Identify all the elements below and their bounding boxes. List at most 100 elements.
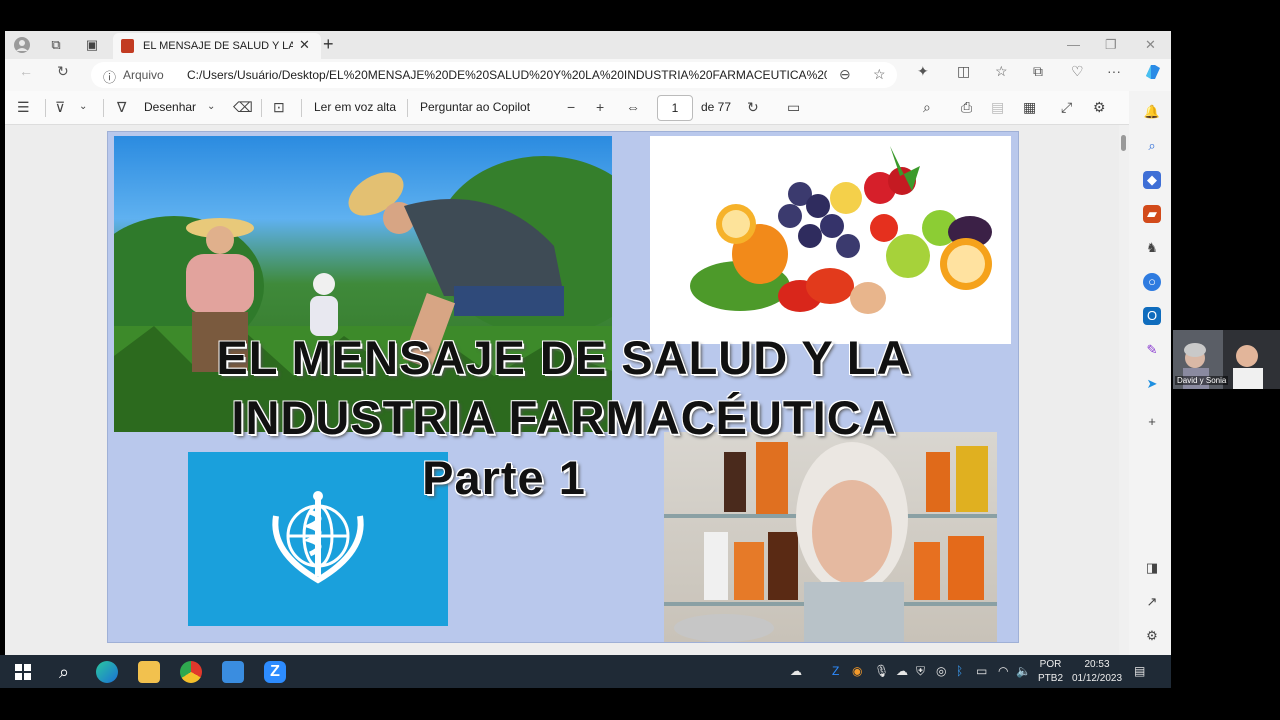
meet-tray-icon[interactable]: ◎ bbox=[936, 664, 946, 678]
games-icon[interactable]: ♞ bbox=[1143, 239, 1161, 257]
chevron-down-icon[interactable]: ⌄ bbox=[79, 101, 87, 112]
shopping-icon[interactable]: ◆ bbox=[1143, 171, 1161, 189]
tab-close-icon[interactable]: ✕ bbox=[299, 37, 310, 53]
edge-taskbar-icon[interactable] bbox=[96, 661, 118, 683]
notifications-icon[interactable]: 🔔 bbox=[1143, 103, 1161, 121]
webcam-video-overlay: David y Sonia bbox=[1173, 330, 1280, 389]
pdf-viewport[interactable]: EL MENSAJE DE SALUD Y LA INDUSTRIA FARMA… bbox=[5, 125, 1129, 655]
draw-button[interactable]: Desenhar bbox=[144, 100, 196, 114]
more-menu-icon[interactable]: ··· bbox=[1107, 63, 1121, 79]
scrollbar-thumb[interactable] bbox=[1121, 135, 1126, 151]
pdf-file-icon bbox=[121, 39, 134, 53]
zoom-in-icon[interactable]: + bbox=[596, 99, 604, 115]
text-box-icon[interactable]: ⊡ bbox=[273, 99, 285, 116]
zoom-tray-icon[interactable]: Z bbox=[832, 664, 839, 678]
edge-browser-window: ⧉ ▣ EL MENSAJE DE SALUD Y LA INDUSTRIA F… bbox=[5, 31, 1171, 655]
chevron-down-icon[interactable]: ⌄ bbox=[207, 101, 215, 112]
avast-tray-icon[interactable]: ◉ bbox=[852, 664, 862, 678]
bluetooth-icon[interactable]: ᛒ bbox=[956, 664, 963, 678]
volume-icon[interactable]: 🔈 bbox=[1016, 664, 1031, 678]
zoom-out-icon[interactable]: − bbox=[567, 99, 575, 115]
file-explorer-icon[interactable] bbox=[138, 661, 160, 683]
edge-sidebar: 🔔 ⌕ ◆ ▰ ♞ ○ O ✎ ➤ + ◨ ↗ ⚙ bbox=[1135, 91, 1171, 655]
favorites-icon[interactable]: ☆ bbox=[995, 63, 1008, 80]
save-icon[interactable]: ▤ bbox=[991, 99, 1004, 116]
slide-title-line-2: INDUSTRIA FARMACÉUTICA bbox=[231, 391, 897, 444]
tab-title: EL MENSAJE DE SALUD Y LA INDUSTRIA FARMA… bbox=[143, 40, 293, 52]
minimize-icon[interactable]: — bbox=[1067, 37, 1080, 52]
highlight-icon[interactable]: ⊽ bbox=[55, 99, 65, 116]
page-view-icon[interactable]: ▭ bbox=[787, 99, 800, 116]
input-language-indicator[interactable]: POR PTB2 bbox=[1038, 658, 1063, 686]
microphone-icon[interactable]: 🎙 bbox=[874, 664, 889, 678]
pdf-page: EL MENSAJE DE SALUD Y LA INDUSTRIA FARMA… bbox=[107, 131, 1019, 643]
webcam-participant-label: David y Sonia bbox=[1175, 376, 1229, 385]
settings-icon[interactable]: ⚙ bbox=[1093, 99, 1106, 116]
tab-pdf-document[interactable]: EL MENSAJE DE SALUD Y LA INDUSTRIA FARMA… bbox=[113, 33, 321, 59]
page-total-label: de 77 bbox=[701, 100, 732, 114]
sidebar-settings-icon[interactable]: ⚙ bbox=[1143, 627, 1161, 645]
new-tab-button[interactable]: + bbox=[323, 34, 334, 55]
restore-icon[interactable]: ❐ bbox=[1105, 37, 1117, 53]
vertical-scrollbar[interactable] bbox=[1119, 125, 1129, 655]
info-icon[interactable]: ⓘ bbox=[103, 67, 116, 86]
keyboard-layout: PTB2 bbox=[1038, 673, 1064, 684]
collections-icon[interactable]: ⧉ bbox=[1033, 63, 1043, 80]
extensions-icon[interactable]: ✦ bbox=[917, 63, 929, 80]
rotate-icon[interactable]: ↻ bbox=[747, 99, 759, 116]
tools-icon[interactable]: ▰ bbox=[1143, 205, 1161, 223]
battery-icon[interactable]: ▭ bbox=[976, 664, 987, 678]
eraser-icon[interactable]: ⌫ bbox=[233, 99, 253, 116]
notifications-center-icon[interactable]: ▤ bbox=[1134, 664, 1145, 678]
contents-icon[interactable]: ☰ bbox=[17, 99, 30, 116]
add-sidebar-app-icon[interactable]: + bbox=[1143, 413, 1161, 431]
security-tray-icon[interactable]: ⛨ bbox=[916, 664, 925, 679]
print-icon[interactable]: ⎙ bbox=[961, 99, 972, 116]
url-scheme-label: Arquivo bbox=[123, 68, 164, 82]
ask-copilot-button[interactable]: Perguntar ao Copilot bbox=[420, 100, 530, 114]
fullscreen-icon[interactable]: ⤢ bbox=[1061, 99, 1072, 116]
pdf-toolbar: ☰ ⊽ ⌄ ∇ Desenhar ⌄ ⌫ ⊡ Ler em voz alta P… bbox=[5, 91, 1129, 125]
designer-icon[interactable]: ✎ bbox=[1143, 341, 1161, 359]
search-icon[interactable]: ⌕ bbox=[1143, 137, 1161, 155]
system-clock[interactable]: 20:53 01/12/2023 bbox=[1070, 658, 1124, 686]
hide-sidebar-icon[interactable]: ◨ bbox=[1143, 559, 1161, 577]
drop-icon[interactable]: ➤ bbox=[1143, 375, 1161, 393]
outlook-icon[interactable]: O bbox=[1143, 307, 1161, 325]
profile-icon[interactable] bbox=[13, 36, 31, 54]
language-code: POR bbox=[1039, 659, 1062, 670]
url-field[interactable]: ⓘ Arquivo C:/Users/Usuário/Desktop/EL%20… bbox=[91, 62, 897, 88]
page-number-input[interactable]: 1 bbox=[657, 95, 693, 121]
refresh-icon[interactable]: ↻ bbox=[57, 63, 69, 80]
open-external-icon[interactable]: ↗ bbox=[1143, 593, 1161, 611]
search-icon[interactable]: ⌕ bbox=[53, 661, 75, 683]
search-icon[interactable]: ⌕ bbox=[923, 99, 931, 116]
zoom-app-icon[interactable]: Z bbox=[264, 661, 286, 683]
address-bar: ← ↻ ⓘ Arquivo C:/Users/Usuário/Desktop/E… bbox=[5, 59, 1171, 91]
wifi-icon[interactable]: ◠ bbox=[998, 664, 1008, 678]
tab-actions-icon[interactable]: ▣ bbox=[83, 36, 101, 54]
weather-icon[interactable]: ☁ bbox=[790, 664, 802, 678]
microsoft-365-icon[interactable]: ○ bbox=[1143, 273, 1161, 291]
clock-time: 20:53 bbox=[1084, 659, 1110, 670]
favorite-star-icon[interactable]: ☆ bbox=[873, 66, 886, 83]
workspaces-icon[interactable]: ⧉ bbox=[47, 36, 65, 54]
onedrive-icon[interactable]: ☁ bbox=[896, 664, 908, 678]
split-screen-icon[interactable]: ◫ bbox=[957, 63, 970, 80]
browser-essentials-icon[interactable]: ♡ bbox=[1071, 63, 1084, 80]
draw-icon[interactable]: ∇ bbox=[117, 99, 126, 116]
url-text[interactable]: C:/Users/Usuário/Desktop/EL%20MENSAJE%20… bbox=[187, 68, 827, 82]
copilot-icon[interactable] bbox=[1143, 62, 1163, 85]
store-icon[interactable] bbox=[222, 661, 244, 683]
back-icon[interactable]: ← bbox=[19, 63, 33, 79]
read-aloud-button[interactable]: Ler em voz alta bbox=[314, 100, 396, 114]
clock-date: 01/12/2023 bbox=[1071, 673, 1123, 684]
save-as-icon[interactable]: ▦ bbox=[1023, 99, 1036, 116]
zoom-icon[interactable]: ⊖ bbox=[839, 66, 851, 83]
slide-title-line-1: EL MENSAJE DE SALUD Y LA bbox=[216, 331, 912, 384]
slide-subtitle: Parte 1 bbox=[422, 451, 586, 504]
windows-start-icon[interactable] bbox=[12, 661, 34, 683]
fit-width-icon[interactable]: ⇔ bbox=[626, 99, 640, 115]
close-window-icon[interactable]: ✕ bbox=[1145, 37, 1156, 53]
chrome-icon[interactable] bbox=[180, 661, 202, 683]
